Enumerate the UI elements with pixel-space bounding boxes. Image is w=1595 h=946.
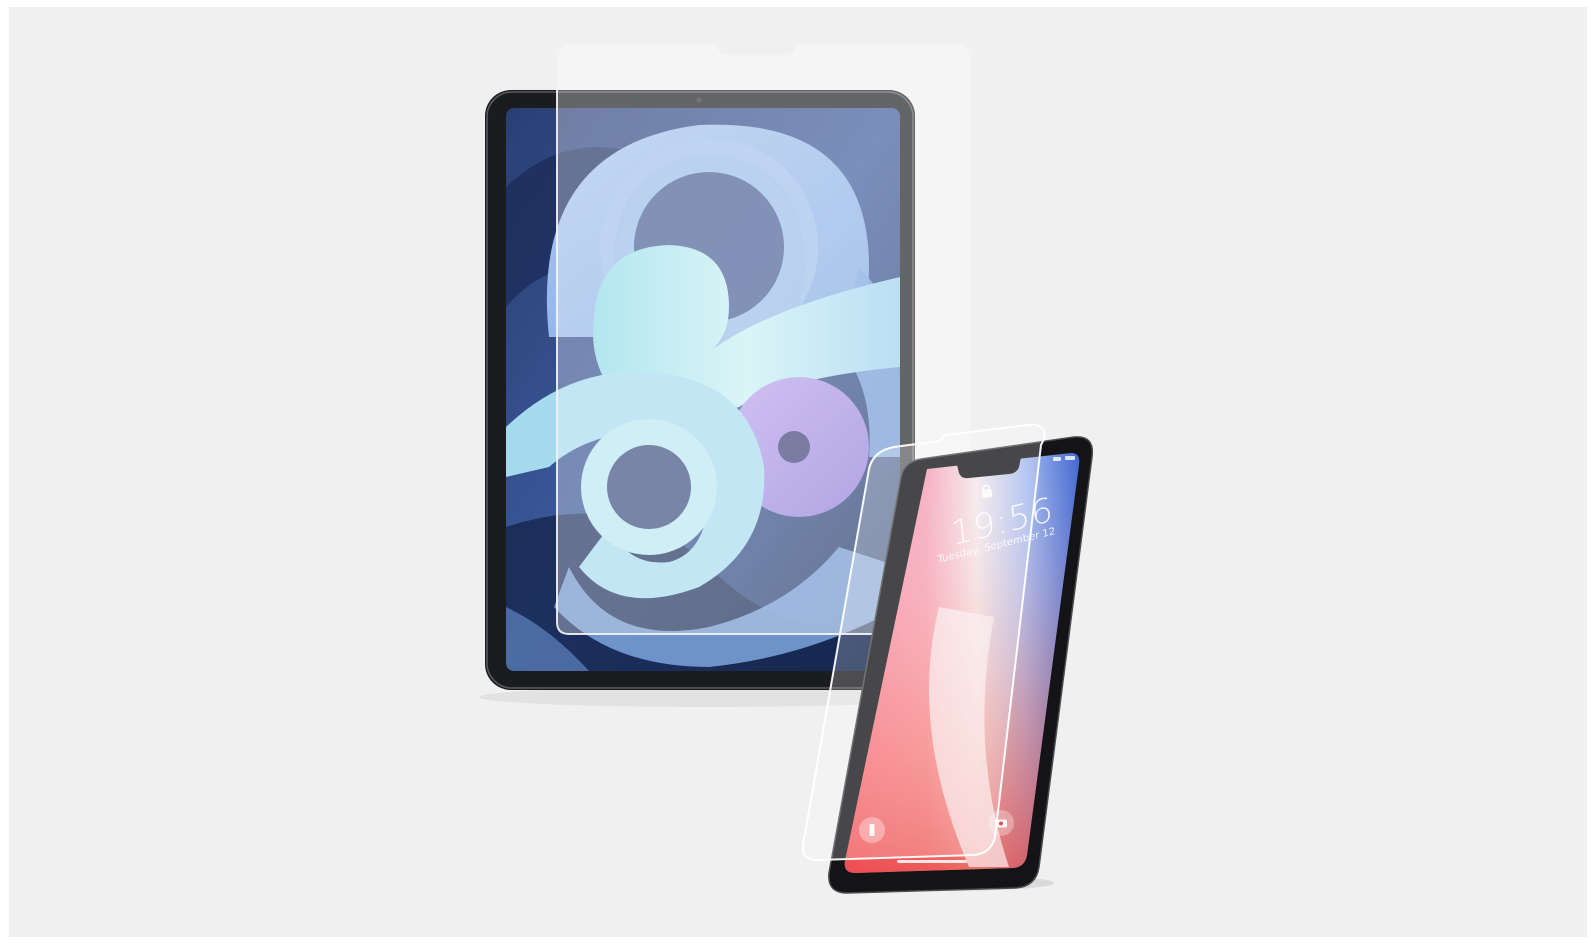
- product-scene: [479, 44, 1094, 894]
- image-frame: 19:56 Tuesday, September 12: [9, 7, 1587, 937]
